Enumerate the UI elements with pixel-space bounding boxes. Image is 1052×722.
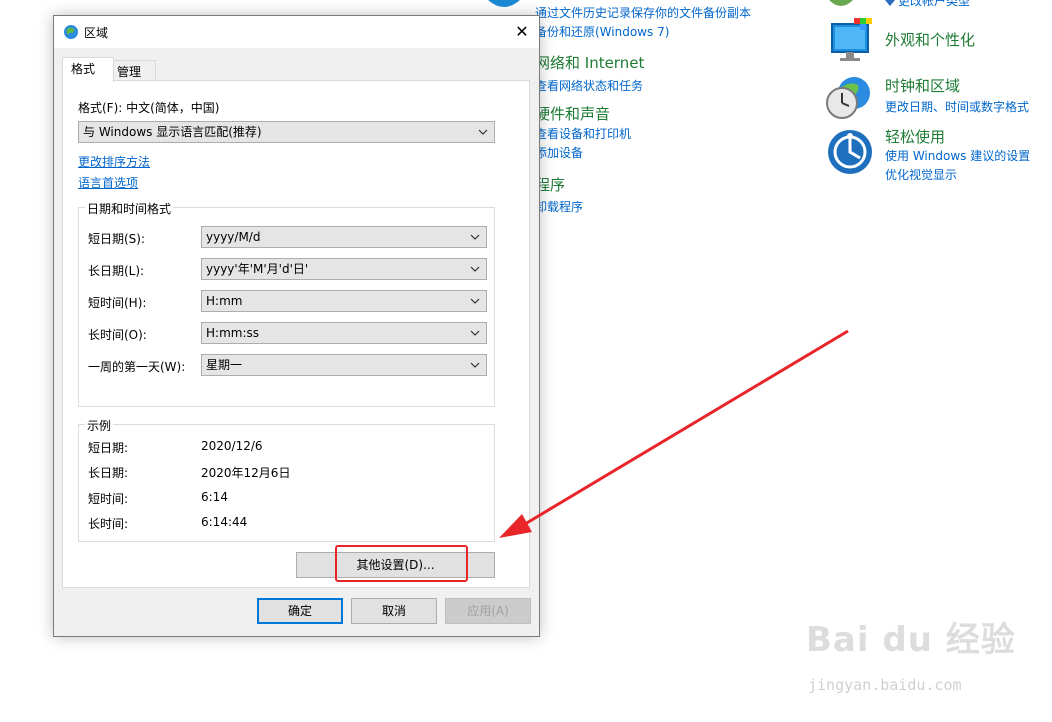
additional-settings-button[interactable]: 其他设置(D)... <box>296 552 495 578</box>
first-day-label: 一周的第一天(W): <box>88 360 186 374</box>
optimize-display-link[interactable]: 优化视觉显示 <box>885 166 957 183</box>
format-select-value: 与 Windows 显示语言匹配(推荐) <box>83 125 262 139</box>
appearance-icon <box>831 18 872 61</box>
change-date-format-link[interactable]: 更改日期、时间或数字格式 <box>885 98 1029 115</box>
example-short-time-label: 短时间: <box>88 492 129 506</box>
watermark-url: jingyan.baidu.com <box>808 676 962 694</box>
change-sort-link[interactable]: 更改排序方法 <box>78 153 150 170</box>
clock-region-icon <box>826 77 870 119</box>
tab-format[interactable]: 格式 <box>62 57 114 82</box>
chevron-down-icon <box>470 330 480 336</box>
ease-of-access-icon <box>828 130 872 174</box>
user-accounts-icon <box>829 0 853 6</box>
example-long-time-label: 长时间: <box>88 517 129 531</box>
long-date-value: yyyy'年'M'月'd'日' <box>206 262 309 276</box>
example-long-time-value: 6:14:44 <box>201 515 248 529</box>
chevron-down-icon <box>470 266 480 272</box>
add-device-link[interactable]: 添加设备 <box>535 144 583 161</box>
account-type-link[interactable]: 更改帐户类型 <box>898 0 970 9</box>
baidu-watermark: Bai du 经验 <box>806 612 1016 661</box>
chevron-down-icon <box>470 298 480 304</box>
long-date-select[interactable]: yyyy'年'M'月'd'日' <box>201 258 487 280</box>
first-day-value: 星期一 <box>206 358 243 372</box>
clock-region-heading[interactable]: 时钟和区域 <box>885 75 960 96</box>
watermark-brand: Bai du 经验 <box>806 620 1016 660</box>
appearance-heading[interactable]: 外观和个性化 <box>885 29 975 50</box>
recommended-settings-link[interactable]: 使用 Windows 建议的设置 <box>885 147 1030 164</box>
format-label: 格式(F): 中文(简体，中国) <box>78 101 220 115</box>
globe-icon <box>64 25 78 39</box>
short-time-select[interactable]: H:mm <box>201 290 487 312</box>
format-select[interactable]: 与 Windows 显示语言匹配(推荐) <box>78 121 495 143</box>
short-date-value: yyyy/M/d <box>206 230 261 244</box>
datetime-group-legend: 日期和时间格式 <box>85 200 174 217</box>
dialog-title: 区域 <box>84 26 109 40</box>
backup-link-file-history[interactable]: 通过文件历史记录保存你的文件备份副本 <box>535 4 751 21</box>
example-short-time-value: 6:14 <box>201 490 228 504</box>
datetime-format-group: 日期和时间格式 短日期(S): yyyy/M/d 长日期(L): yyyy'年'… <box>78 200 495 407</box>
long-date-label: 长日期(L): <box>88 264 145 278</box>
example-long-date-value: 2020年12月6日 <box>201 466 291 480</box>
apply-button[interactable]: 应用(A) <box>445 598 531 624</box>
hardware-heading[interactable]: 硬件和声音 <box>535 103 610 124</box>
backup-link-windows7[interactable]: 备份和还原(Windows 7) <box>535 23 669 40</box>
long-time-label: 长时间(O): <box>88 328 147 342</box>
close-button[interactable]: ✕ <box>505 16 539 48</box>
network-heading[interactable]: 网络和 Internet <box>535 52 644 73</box>
cancel-button[interactable]: 取消 <box>351 598 437 624</box>
backup-icon <box>488 0 520 7</box>
shield-icon <box>885 0 895 6</box>
long-time-select[interactable]: H:mm:ss <box>201 322 487 344</box>
format-tab-panel: 格式(F): 中文(简体，中国) 与 Windows 显示语言匹配(推荐) 更改… <box>62 80 530 588</box>
short-date-select[interactable]: yyyy/M/d <box>201 226 487 248</box>
short-time-value: H:mm <box>206 294 243 308</box>
dialog-titlebar: 区域 ✕ <box>54 16 539 48</box>
devices-printers-link[interactable]: 查看设备和打印机 <box>535 125 631 142</box>
ok-button[interactable]: 确定 <box>257 598 343 624</box>
ease-of-access-heading[interactable]: 轻松使用 <box>885 126 945 147</box>
long-time-value: H:mm:ss <box>206 326 259 340</box>
first-day-select[interactable]: 星期一 <box>201 354 487 376</box>
chevron-down-icon <box>470 234 480 240</box>
network-status-link[interactable]: 查看网络状态和任务 <box>535 77 643 94</box>
example-short-date-value: 2020/12/6 <box>201 439 263 453</box>
region-dialog: 区域 ✕ 格式 管理 格式(F): 中文(简体，中国) 与 Windows 显示… <box>53 15 540 637</box>
uninstall-link[interactable]: 卸载程序 <box>535 198 583 215</box>
example-long-date-label: 长日期: <box>88 466 129 480</box>
chevron-down-icon <box>470 362 480 368</box>
language-preferences-link[interactable]: 语言首选项 <box>78 174 138 191</box>
example-group: 示例 短日期: 2020/12/6 长日期: 2020年12月6日 短时间: 6… <box>78 417 495 542</box>
short-time-label: 短时间(H): <box>88 296 147 310</box>
example-group-legend: 示例 <box>85 417 114 434</box>
short-date-label: 短日期(S): <box>88 232 146 246</box>
example-short-date-label: 短日期: <box>88 441 129 455</box>
chevron-down-icon <box>478 129 488 135</box>
